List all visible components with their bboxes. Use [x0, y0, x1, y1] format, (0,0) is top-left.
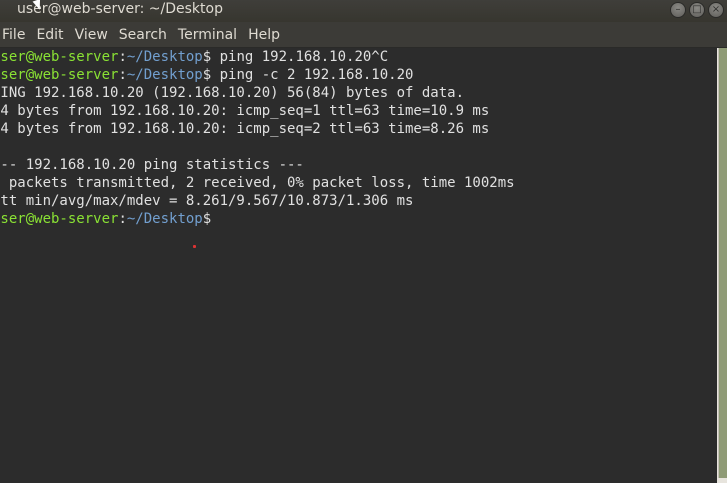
terminal-line-prompt: user@web-server:~/Desktop$ ping 192.168.… — [0, 48, 388, 66]
menu-file[interactable]: File — [0, 27, 28, 43]
prompt-user: user@web-server — [0, 211, 119, 227]
menu-help[interactable]: Help — [246, 27, 283, 43]
terminal-line: 2 packets transmitted, 2 received, 0% pa… — [0, 175, 515, 191]
terminal-line: rtt min/avg/max/mdev = 8.261/9.567/10.87… — [0, 193, 414, 209]
prompt-command: $ — [202, 211, 212, 227]
scrollbar-thumb[interactable] — [718, 48, 727, 478]
window-controls: – □ × — [670, 2, 724, 18]
terminal-line: --- 192.168.10.20 ping statistics --- — [0, 157, 304, 173]
prompt-path: ~/Desktop — [126, 49, 203, 65]
terminal-line: 64 bytes from 192.168.10.20: icmp_seq=1 … — [0, 103, 490, 119]
close-button[interactable]: × — [708, 2, 724, 18]
prompt-user: user@web-server — [0, 49, 119, 65]
minimize-button[interactable]: – — [670, 2, 686, 18]
scrollbar[interactable] — [717, 48, 727, 483]
title-bar[interactable]: user@web-server: ~/Desktop – □ × — [0, 0, 727, 22]
prompt-separator: : — [118, 67, 127, 83]
menu-view[interactable]: View — [73, 27, 111, 43]
prompt-command: $ ping 192.168.10.20^C — [202, 49, 389, 65]
prompt-path: ~/Desktop — [126, 67, 203, 83]
terminal-output[interactable]: user@web-server:~/Desktop$ ping 192.168.… — [0, 48, 717, 483]
terminal-line-prompt: user@web-server:~/Desktop$ ping -c 2 192… — [0, 66, 413, 84]
menu-bar: File Edit View Search Terminal Help — [0, 22, 727, 48]
menu-terminal[interactable]: Terminal — [176, 27, 240, 43]
terminal-line: 64 bytes from 192.168.10.20: icmp_seq=2 … — [0, 121, 490, 137]
prompt-path: ~/Desktop — [126, 211, 203, 227]
red-dot-marker — [193, 245, 196, 248]
prompt-separator: : — [118, 49, 127, 65]
maximize-button[interactable]: □ — [689, 2, 705, 18]
prompt-separator: : — [118, 211, 127, 227]
terminal-line: PING 192.168.10.20 (192.168.10.20) 56(84… — [0, 85, 465, 101]
prompt-command: $ ping -c 2 192.168.10.20 — [202, 67, 414, 83]
window-title: user@web-server: ~/Desktop — [17, 1, 223, 17]
menu-search[interactable]: Search — [117, 27, 170, 43]
prompt-user: user@web-server — [0, 67, 119, 83]
terminal-line-prompt: user@web-server:~/Desktop$ — [0, 210, 211, 228]
menu-edit[interactable]: Edit — [34, 27, 66, 43]
